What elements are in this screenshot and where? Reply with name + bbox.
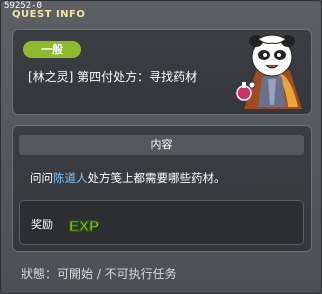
quest-name: [林之灵] 第四付处方：寻找药材 [28,70,198,84]
exp-text: EXP [69,218,99,235]
quest-status: 狀態：可開始 / 不可执行任务 [21,267,177,281]
desc-text-after: 处方笺上都需要哪些药材。 [87,171,226,185]
quest-description: 问问陈道人处方笺上都需要哪些药材。 [30,171,226,185]
npc-portrait-icon [236,34,302,109]
npc-name-link[interactable]: 陈道人 [53,171,88,185]
window-title: QUEST INFO [12,9,86,20]
content-section-header: 内容 [19,135,304,155]
desc-text-before: 问问 [30,171,53,185]
reward-box [19,200,304,245]
reward-label: 奖励 [31,218,53,231]
quest-info-window: 59252-0 QUEST INFO 一般 [林之灵] 第四付处方：寻找药材 内… [0,0,322,294]
quest-category-badge: 一般 [23,41,81,58]
exp-reward-icon: EXP [68,217,99,235]
